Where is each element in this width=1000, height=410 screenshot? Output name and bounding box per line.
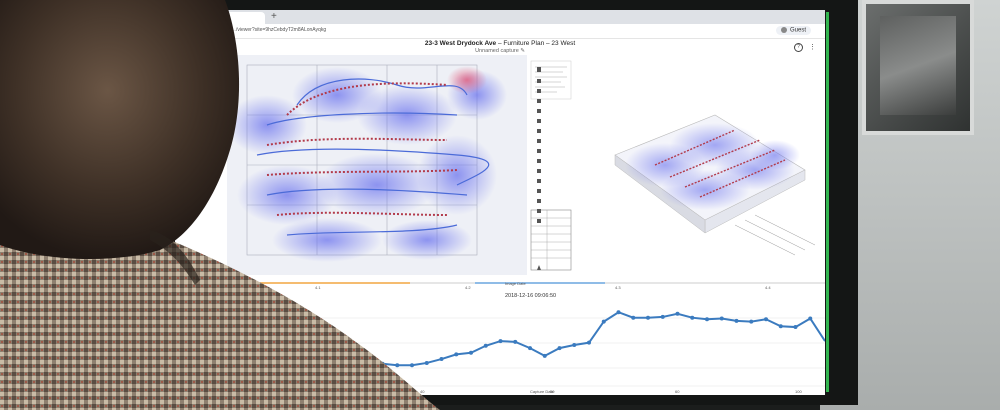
edit-pencil-icon[interactable]: ✎ xyxy=(520,48,525,54)
data-point[interactable] xyxy=(587,340,591,345)
data-point[interactable] xyxy=(292,348,296,353)
map-toolbar[interactable] xyxy=(535,65,543,275)
data-point[interactable] xyxy=(601,319,606,324)
url-text: …/viewer?site=9hzCebdyT2m8ALonAyqkg xyxy=(231,27,327,33)
data-point[interactable] xyxy=(395,363,400,368)
more-menu-icon[interactable]: ⋮ xyxy=(809,43,816,51)
browser-tab-bar: + xyxy=(175,10,825,24)
data-point[interactable] xyxy=(719,316,724,321)
data-point[interactable] xyxy=(262,346,267,351)
wall-picture-frame xyxy=(862,0,974,135)
page-title: 23-3 West Drydock Ave – Furniture Plan –… xyxy=(175,40,825,47)
data-point[interactable] xyxy=(365,358,370,363)
data-point[interactable] xyxy=(705,317,709,322)
data-point[interactable] xyxy=(557,346,562,351)
data-point[interactable] xyxy=(483,343,488,348)
floorplan-heatmap-image xyxy=(227,55,527,275)
floorplan-heatmap-pane[interactable] xyxy=(227,55,527,275)
data-point[interactable] xyxy=(513,339,518,344)
data-point[interactable] xyxy=(690,315,695,320)
toolbar-buttons[interactable] xyxy=(535,65,543,275)
data-point[interactable] xyxy=(675,311,680,316)
data-point[interactable] xyxy=(808,316,813,321)
data-point[interactable] xyxy=(660,314,665,319)
data-point[interactable] xyxy=(454,352,459,357)
data-point[interactable] xyxy=(439,357,444,362)
x-tick-label: 40 xyxy=(420,389,425,394)
address-bar[interactable]: …/viewer?site=9hzCebdyT2m8ALonAyqkg Gues… xyxy=(175,24,825,39)
wall-picture xyxy=(880,16,956,115)
data-point[interactable] xyxy=(734,318,739,323)
guest-avatar-icon xyxy=(780,27,787,33)
data-point[interactable] xyxy=(793,325,798,330)
data-point[interactable] xyxy=(336,355,341,360)
data-point[interactable] xyxy=(351,350,355,355)
x-tick-label: 60 xyxy=(675,389,680,394)
data-point[interactable] xyxy=(380,361,385,366)
capture-name-text: Unnamed capture xyxy=(475,48,519,54)
timeline-axis-label: Image Date xyxy=(505,281,526,286)
monitor-screen: + …/viewer?site=9hzCebdyT2m8ALonAyqkg Gu… xyxy=(175,10,825,395)
guest-profile-button[interactable]: Guest xyxy=(775,26,811,35)
data-point[interactable] xyxy=(277,338,282,343)
data-point[interactable] xyxy=(646,315,650,320)
data-point[interactable] xyxy=(321,350,326,355)
data-point[interactable] xyxy=(247,364,252,369)
data-point[interactable] xyxy=(542,353,547,358)
data-point[interactable] xyxy=(498,339,503,344)
data-point[interactable] xyxy=(764,317,768,322)
data-point[interactable] xyxy=(469,350,473,355)
data-point[interactable] xyxy=(306,353,311,358)
x-tick-label: 100 xyxy=(795,389,802,394)
data-point[interactable] xyxy=(528,346,532,351)
data-point[interactable] xyxy=(631,315,636,320)
new-tab-button[interactable]: + xyxy=(271,11,277,22)
browser-tab[interactable] xyxy=(205,12,265,24)
data-point[interactable] xyxy=(616,310,621,315)
data-point[interactable] xyxy=(572,343,577,347)
image-date-timeline[interactable]: 4.1 4.2 4.3 4.4 Image Date xyxy=(175,278,825,290)
data-point[interactable] xyxy=(410,363,414,368)
help-icon[interactable]: ? xyxy=(794,43,803,52)
monitor-edge-light xyxy=(826,12,829,392)
chart-x-axis-label: Capture Date xyxy=(530,389,554,394)
3d-heatmap-image xyxy=(614,114,816,256)
3d-heatmap-pane[interactable] xyxy=(595,55,820,275)
data-point[interactable] xyxy=(424,360,429,365)
plan-name: – Furniture Plan – 23 West xyxy=(496,40,576,47)
site-name: 23-3 West Drydock Ave xyxy=(424,40,497,47)
capture-chart[interactable]: 40 50 60 100 Capture Date xyxy=(175,288,825,395)
capture-line-chart: 40 50 60 100 xyxy=(175,310,825,394)
capture-name[interactable]: Unnamed capture ✎ xyxy=(175,48,825,54)
data-point[interactable] xyxy=(749,319,754,324)
guest-label: Guest xyxy=(789,27,806,34)
data-point[interactable] xyxy=(778,324,783,329)
